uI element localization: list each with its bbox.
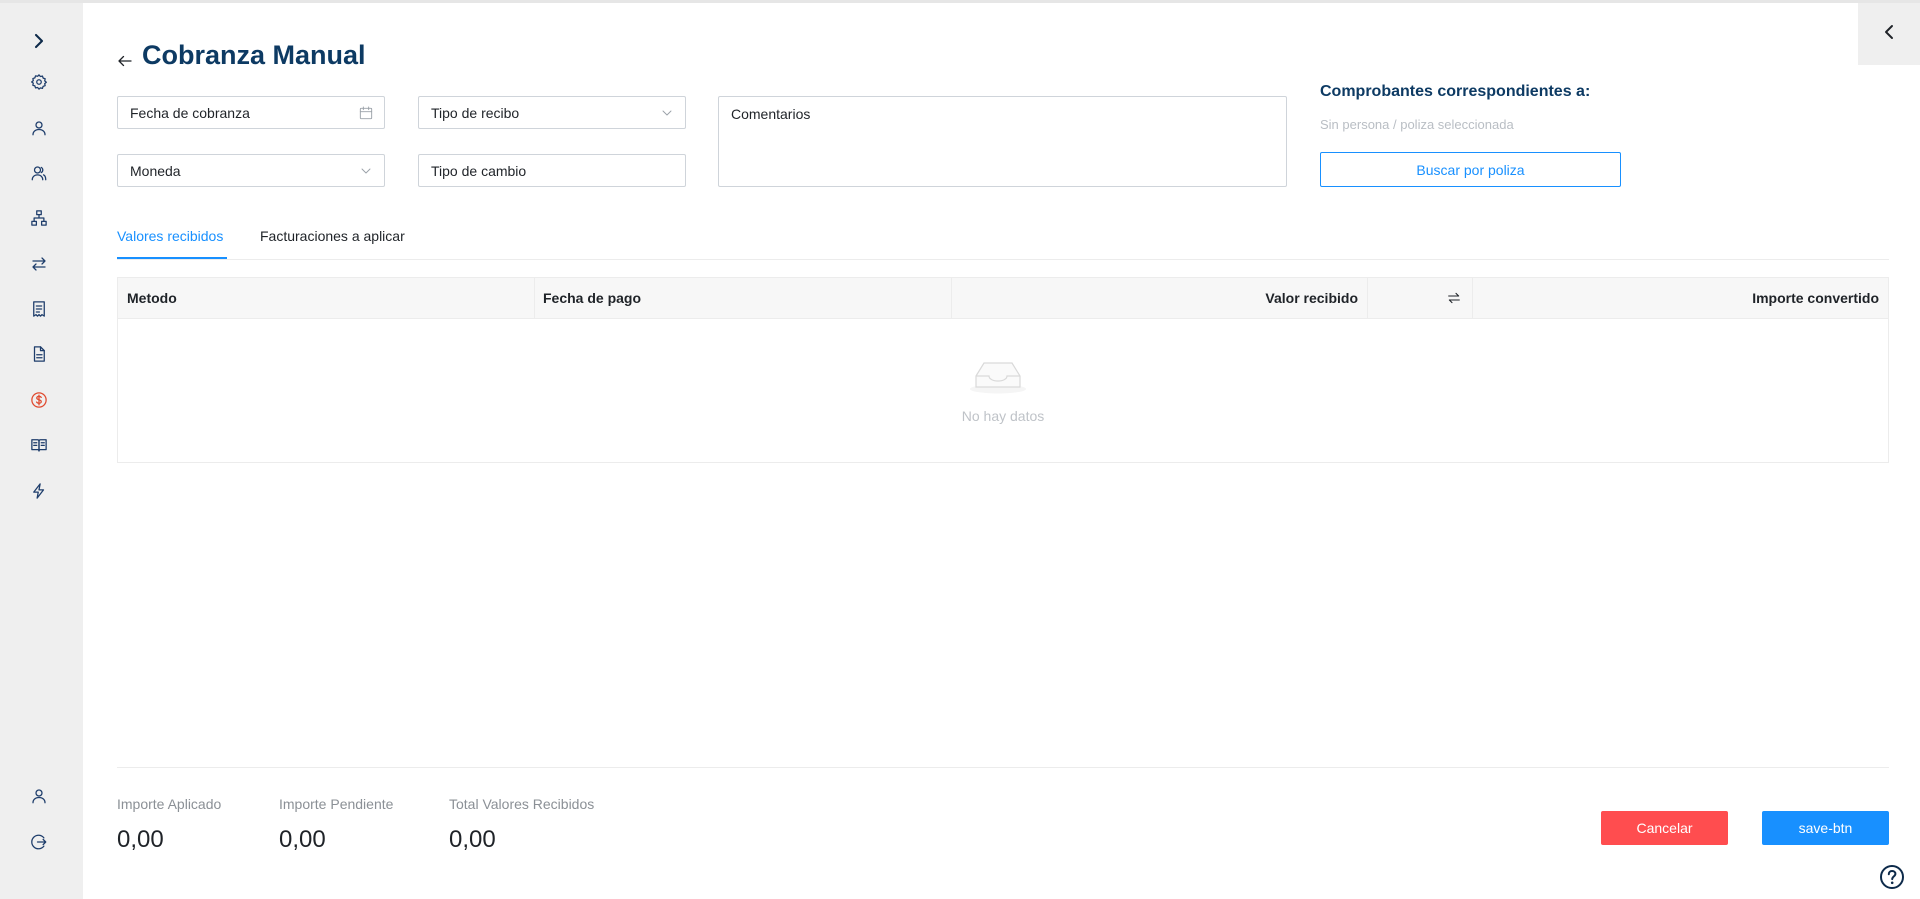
column-metodo[interactable]: Metodo [127, 278, 177, 318]
gear-icon[interactable] [26, 69, 52, 95]
tab-facturaciones-a-aplicar[interactable]: Facturaciones a aplicar [260, 228, 405, 244]
tipo-recibo-placeholder: Tipo de recibo [431, 104, 520, 121]
active-tab-indicator [117, 257, 227, 259]
page-title: Cobranza Manual [142, 40, 366, 70]
collapse-panel-button[interactable] [1858, 3, 1920, 65]
importe-aplicado-label: Importe Aplicado [117, 796, 222, 812]
cancel-button[interactable]: Cancelar [1601, 811, 1728, 845]
profile-icon[interactable] [26, 783, 52, 809]
column-separator [1367, 278, 1368, 318]
swap-currency-icon[interactable] [1444, 278, 1464, 318]
valores-table: Metodo Fecha de pago Valor recibido Impo… [117, 277, 1889, 463]
column-separator [951, 278, 952, 318]
document-icon[interactable] [26, 341, 52, 367]
logout-icon[interactable] [26, 829, 52, 855]
column-separator [534, 278, 535, 318]
buscar-por-poliza-button[interactable]: Buscar por poliza [1320, 152, 1621, 187]
importe-aplicado-value: 0,00 [117, 826, 164, 853]
fecha-cobranza-placeholder: Fecha de cobranza [130, 104, 250, 121]
importe-pendiente-label: Importe Pendiente [279, 796, 394, 812]
dollar-circle-icon[interactable] [26, 387, 52, 413]
moneda-placeholder: Moneda [130, 162, 181, 179]
user-icon[interactable] [26, 115, 52, 141]
hierarchy-icon[interactable] [26, 205, 52, 231]
comprobantes-subtitle: Sin persona / poliza seleccionada [1320, 117, 1514, 132]
book-icon[interactable] [26, 432, 52, 458]
lightning-icon[interactable] [26, 478, 52, 504]
calendar-icon [358, 105, 374, 121]
chevron-left-icon [1880, 23, 1898, 46]
total-valores-label: Total Valores Recibidos [449, 796, 595, 812]
help-icon[interactable] [1879, 864, 1905, 890]
table-header: Metodo Fecha de pago Valor recibido Impo… [118, 278, 1888, 319]
empty-inbox-icon [969, 354, 1027, 394]
fecha-cobranza-field[interactable]: Fecha de cobranza [117, 96, 385, 129]
comprobantes-title: Comprobantes correspondientes a: [1320, 83, 1591, 100]
transfer-icon[interactable] [26, 251, 52, 277]
expand-chevron-icon[interactable] [26, 28, 52, 54]
chevron-down-icon [659, 105, 675, 121]
comentarios-placeholder: Comentarios [731, 106, 811, 122]
sidebar [0, 3, 83, 899]
tipo-recibo-select[interactable]: Tipo de recibo [418, 96, 686, 129]
tabs-divider [117, 259, 1889, 260]
column-separator [1472, 278, 1473, 318]
tipo-cambio-placeholder: Tipo de cambio [431, 162, 527, 179]
tipo-cambio-field[interactable]: Tipo de cambio [418, 154, 686, 187]
top-border [0, 0, 1920, 3]
receipt-icon[interactable] [26, 296, 52, 322]
column-fecha-de-pago[interactable]: Fecha de pago [543, 278, 641, 318]
back-arrow-icon[interactable] [116, 52, 134, 70]
chevron-down-icon [358, 163, 374, 179]
tab-valores-recibidos[interactable]: Valores recibidos [117, 228, 223, 244]
moneda-select[interactable]: Moneda [117, 154, 385, 187]
save-button[interactable]: save-btn [1762, 811, 1889, 845]
column-valor-recibido[interactable]: Valor recibido [1265, 278, 1358, 318]
importe-pendiente-value: 0,00 [279, 826, 326, 853]
footer-divider [117, 767, 1889, 768]
total-valores-value: 0,00 [449, 826, 496, 853]
column-importe-convertido[interactable]: Importe convertido [1752, 278, 1879, 318]
comentarios-textarea[interactable]: Comentarios [718, 96, 1287, 187]
empty-state-text: No hay datos [961, 408, 1045, 424]
users-icon[interactable] [26, 160, 52, 186]
